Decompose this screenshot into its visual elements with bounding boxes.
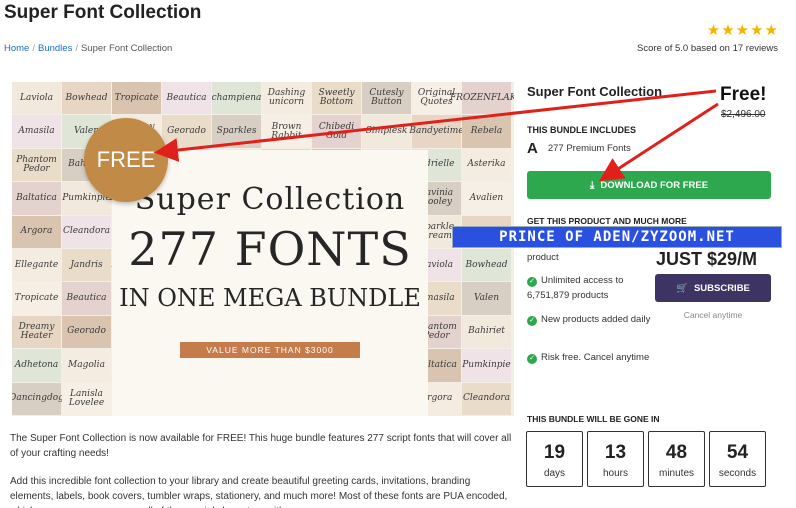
arrow-to-download-button: [598, 102, 719, 182]
annotation-arrows: [154, 89, 719, 182]
arrow-to-free-badge: [154, 89, 717, 162]
